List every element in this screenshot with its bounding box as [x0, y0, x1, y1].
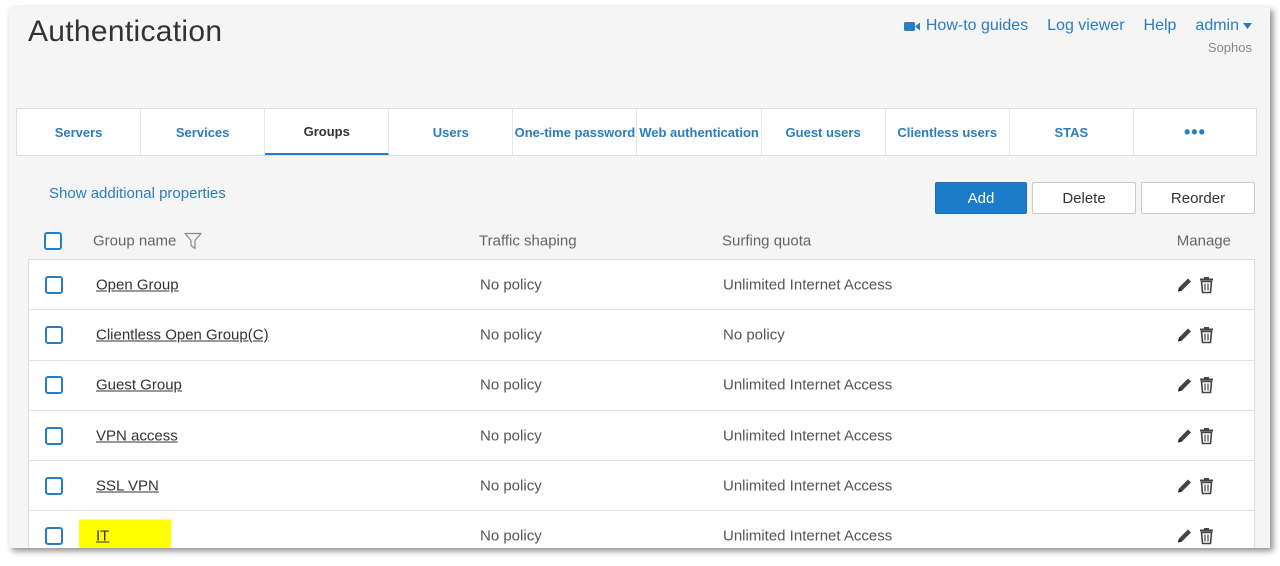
groups-table: Open Group No policy Unlimited Internet …	[28, 259, 1255, 548]
table-row: Guest Group No policy Unlimited Internet…	[29, 361, 1254, 411]
delete-trash-icon[interactable]	[1199, 276, 1214, 293]
edit-pencil-icon[interactable]	[1176, 326, 1193, 343]
traffic-shaping-value: No policy	[480, 477, 542, 495]
edit-pencil-icon[interactable]	[1176, 377, 1193, 394]
traffic-shaping-value: No policy	[480, 326, 542, 344]
row-checkbox[interactable]	[45, 325, 63, 344]
tab-web-authentication[interactable]: Web authentication	[637, 109, 762, 155]
surfing-quota-value: Unlimited Internet Access	[723, 527, 893, 545]
delete-trash-icon[interactable]	[1199, 377, 1214, 394]
delete-trash-icon[interactable]	[1199, 427, 1214, 444]
surfing-quota-value: Unlimited Internet Access	[723, 376, 893, 394]
row-actions	[1176, 326, 1214, 344]
group-name-link[interactable]: SSL VPN	[79, 469, 176, 502]
header-group-name: Group name	[93, 233, 202, 250]
org-name: Sophos	[1207, 40, 1252, 55]
show-additional-properties-link[interactable]: Show additional properties	[49, 185, 226, 202]
row-checkbox[interactable]	[45, 426, 63, 445]
row-checkbox[interactable]	[45, 527, 63, 546]
traffic-shaping-value: No policy	[480, 376, 542, 394]
howto-guides-label: How-to guides	[925, 17, 1029, 34]
traffic-shaping-value: No policy	[480, 527, 542, 545]
table-row: Open Group No policy Unlimited Internet …	[29, 260, 1254, 311]
tab-stas[interactable]: STAS	[1010, 109, 1134, 155]
group-name-link[interactable]: Clientless Open Group(C)	[79, 318, 286, 351]
group-name-link[interactable]: Open Group	[79, 268, 196, 301]
tab-bar: Servers Services Groups Users One-time p…	[16, 108, 1257, 156]
row-checkbox[interactable]	[45, 275, 63, 294]
page-title: Authentication	[28, 15, 223, 48]
tab-clientless-users[interactable]: Clientless users	[886, 109, 1010, 155]
tab-services[interactable]: Services	[141, 109, 266, 155]
video-camera-icon	[903, 21, 920, 31]
caret-down-icon	[1243, 23, 1252, 29]
reorder-button[interactable]: Reorder	[1141, 182, 1255, 214]
row-actions	[1176, 276, 1214, 293]
table-row: IT No policy Unlimited Internet Access	[29, 511, 1254, 548]
admin-label: admin	[1195, 17, 1239, 34]
more-tabs-icon[interactable]: •••	[1134, 109, 1256, 155]
tab-groups[interactable]: Groups	[265, 109, 390, 155]
row-actions	[1176, 427, 1214, 444]
edit-pencil-icon[interactable]	[1176, 528, 1193, 545]
row-actions	[1176, 477, 1214, 495]
group-name-link[interactable]: VPN access	[79, 419, 195, 452]
tab-servers[interactable]: Servers	[17, 109, 142, 155]
header-surfing-quota: Surfing quota	[722, 232, 812, 250]
top-navigation: How-to guides Log viewer Help admin	[903, 17, 1252, 35]
delete-trash-icon[interactable]	[1199, 528, 1214, 545]
header-traffic-shaping: Traffic shaping	[479, 232, 577, 250]
edit-pencil-icon[interactable]	[1176, 276, 1193, 293]
group-name-link[interactable]: Guest Group	[79, 369, 199, 402]
edit-pencil-icon[interactable]	[1176, 477, 1193, 494]
table-row: Clientless Open Group(C) No policy No po…	[29, 310, 1254, 361]
traffic-shaping-value: No policy	[480, 427, 542, 445]
group-name-link[interactable]: IT	[79, 519, 172, 548]
admin-menu[interactable]: admin	[1195, 17, 1252, 35]
surfing-quota-value: Unlimited Internet Access	[723, 276, 893, 294]
table-row: VPN access No policy Unlimited Internet …	[29, 411, 1254, 462]
row-actions	[1176, 377, 1214, 394]
row-actions	[1176, 528, 1214, 545]
row-checkbox[interactable]	[45, 476, 63, 495]
header-group-name-label: Group name	[93, 232, 177, 250]
help-link[interactable]: Help	[1144, 17, 1177, 35]
delete-trash-icon[interactable]	[1199, 477, 1214, 495]
table-header: Group name Traffic shaping Surfing quota…	[28, 223, 1255, 259]
select-all-checkbox[interactable]	[44, 232, 62, 250]
surfing-quota-value: Unlimited Internet Access	[723, 477, 893, 495]
header-manage: Manage	[1176, 232, 1231, 250]
surfing-quota-value: No policy	[723, 326, 785, 344]
table-row: SSL VPN No policy Unlimited Internet Acc…	[29, 461, 1254, 512]
tab-guest-users[interactable]: Guest users	[762, 109, 886, 155]
app-window: Authentication How-to guides Log viewer …	[9, 7, 1270, 548]
delete-button[interactable]: Delete	[1032, 182, 1136, 214]
tab-one-time-password[interactable]: One-time password	[513, 109, 638, 155]
log-viewer-link[interactable]: Log viewer	[1047, 17, 1124, 35]
surfing-quota-value: Unlimited Internet Access	[723, 427, 893, 445]
tab-users[interactable]: Users	[389, 109, 514, 155]
edit-pencil-icon[interactable]	[1176, 427, 1193, 444]
delete-trash-icon[interactable]	[1199, 326, 1214, 344]
traffic-shaping-value: No policy	[480, 276, 542, 294]
row-checkbox[interactable]	[45, 376, 63, 395]
howto-guides-link[interactable]: How-to guides	[903, 17, 1029, 35]
add-button[interactable]: Add	[935, 182, 1027, 214]
filter-icon[interactable]	[184, 232, 202, 250]
